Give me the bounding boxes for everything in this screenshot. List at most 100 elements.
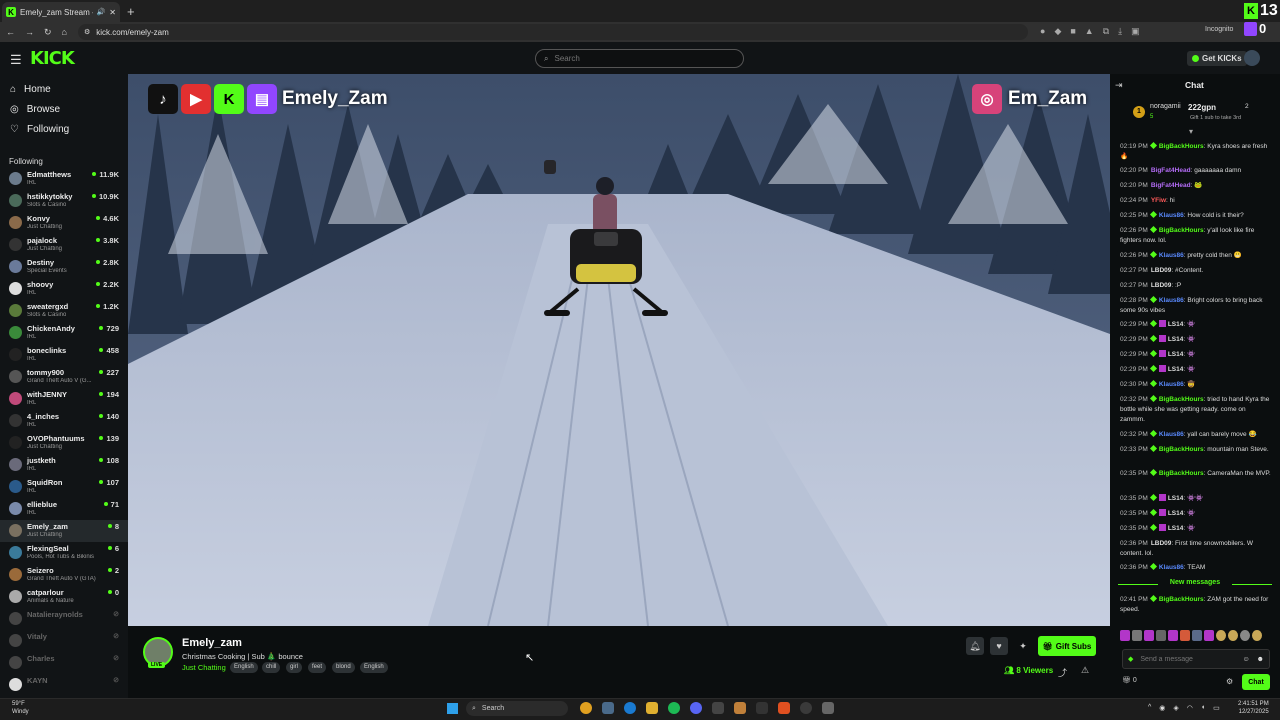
spotify-icon[interactable] (668, 702, 680, 714)
user-avatar[interactable] (1244, 50, 1260, 66)
chat-username[interactable]: YFiw (1151, 197, 1166, 204)
sidebar-item-4_inches[interactable]: 4_inches IRL 140 (0, 410, 128, 432)
sidebar-item-vitaly[interactable]: Vitaly ⊘ (0, 630, 128, 652)
chat-input-box[interactable]: ◆ ☺ ☻ (1122, 649, 1270, 669)
sidebar-item-edmatthews[interactable]: Edmatthews IRL 11.9K (0, 168, 128, 190)
brave-icon[interactable] (778, 702, 790, 714)
chat-input[interactable] (1140, 655, 1236, 663)
tab-close-icon[interactable]: ✕ (109, 8, 116, 17)
emote-icon[interactable] (1120, 630, 1130, 641)
incognito-indicator[interactable]: Incognito (1205, 26, 1233, 33)
sidebar-item-squidron[interactable]: SquidRon IRL 107 (0, 476, 128, 498)
file-explorer-icon[interactable] (646, 702, 658, 714)
sidebar-item-flexingseal[interactable]: FlexingSeal Pools, Hot Tubs & Bikinis 6 (0, 542, 128, 564)
chat-username[interactable]: Klaus86 (1159, 381, 1184, 388)
sidebar-item-natalieraynolds[interactable]: Natalieraynolds ⊘ (0, 608, 128, 630)
hamburger-menu-icon[interactable]: ☰ (10, 52, 22, 68)
volume-icon[interactable]: ◖ (1201, 704, 1205, 712)
nav-browse[interactable]: ◎ Browse (10, 104, 60, 115)
app-icon[interactable] (734, 702, 746, 714)
pin-icon[interactable]: ✦ (1014, 637, 1032, 655)
extension-icon[interactable]: ◆ (1054, 26, 1061, 37)
sidepanel-icon[interactable]: ▣ (1131, 26, 1140, 37)
emote-icon[interactable] (1228, 630, 1238, 641)
nav-following[interactable]: ♡ Following (10, 124, 69, 135)
chat-username[interactable]: Klaus86 (1159, 564, 1184, 571)
chat-username[interactable]: LS14 (1168, 336, 1184, 343)
site-info-icon[interactable]: ⚙ (84, 28, 90, 36)
wifi-icon[interactable]: ◠ (1187, 704, 1193, 712)
sidebar-item-tommy900[interactable]: tommy900 Grand Theft Auto V (G... 227 (0, 366, 128, 388)
sidebar-item-boneclinks[interactable]: boneclinks IRL 458 (0, 344, 128, 366)
chevron-down-icon[interactable]: ▾ (1189, 127, 1193, 136)
sidebar-item-chickenandy[interactable]: ChickenAndy IRL 729 (0, 322, 128, 344)
chat-username[interactable]: Klaus86 (1159, 297, 1184, 304)
twitch-extension-badge[interactable]: 0 (1244, 21, 1266, 36)
forward-icon[interactable]: → (25, 27, 34, 37)
discord-icon[interactable] (690, 702, 702, 714)
stream-tag[interactable]: English (360, 662, 388, 673)
sidebar-item-ovophantuums[interactable]: OVOPhantuums Just Chatting 139 (0, 432, 128, 454)
search-input[interactable] (554, 54, 735, 63)
battery-icon[interactable]: ▭ (1213, 704, 1220, 712)
taskbar-clock[interactable]: 2:41:51 PM 12/27/2025 (1238, 700, 1269, 716)
sidebar-item-ellieblue[interactable]: ellieblue IRL 71 (0, 498, 128, 520)
new-tab-button[interactable]: + (127, 4, 135, 19)
chat-username[interactable]: Klaus86 (1159, 431, 1184, 438)
sidebar-item-shoovy[interactable]: shoovy IRL 2.2K (0, 278, 128, 300)
nav-home[interactable]: ⌂ Home (10, 84, 51, 95)
chat-username[interactable]: BigBackHours (1159, 227, 1204, 234)
windows-start-icon[interactable] (447, 703, 458, 714)
chat-username[interactable]: LBD09 (1151, 282, 1172, 289)
get-kicks-button[interactable]: Get KICKs (1187, 51, 1247, 66)
chat-username[interactable]: LBD09 (1151, 267, 1172, 274)
emote-picker-icon[interactable]: ☺ (1242, 656, 1249, 663)
chat-username[interactable]: LBD09 (1151, 540, 1172, 547)
emote-icon[interactable] (1252, 630, 1262, 641)
emote-icon[interactable] (1132, 630, 1142, 641)
chat-username[interactable]: LS14 (1168, 510, 1184, 517)
badge-icon[interactable]: ◆ (1128, 655, 1133, 663)
follow-heart-button[interactable]: ♥ (990, 637, 1008, 655)
sidebar-item-konvy[interactable]: Konvy Just Chatting 4.6K (0, 212, 128, 234)
streamer-name[interactable]: Emely_zam (182, 637, 242, 649)
sidebar-item-hstikkytokky[interactable]: hstikkytokky Slots & Casino 10.9K (0, 190, 128, 212)
search-box[interactable]: ⌕ (535, 49, 744, 68)
taskbar-search[interactable]: ⌕ Search (466, 701, 568, 716)
emote-icon[interactable] (1168, 630, 1178, 641)
video-player[interactable] (128, 74, 1110, 626)
sidebar-item-pajalock[interactable]: pajalock Just Chatting 3.8K (0, 234, 128, 256)
stream-category[interactable]: Just Chatting (182, 663, 226, 672)
emote-icon[interactable] (1204, 630, 1214, 641)
task-view-icon[interactable] (602, 702, 614, 714)
chat-send-button[interactable]: Chat (1242, 674, 1270, 690)
app-tray-icon[interactable]: ◉ (1159, 704, 1165, 712)
chat-username[interactable]: BigBackHours (1159, 470, 1204, 477)
sidebar-item-emely_zam[interactable]: Emely_zam Just Chatting 8 (0, 520, 128, 542)
emote-icon[interactable] (1180, 630, 1190, 641)
emote-icon[interactable] (1144, 630, 1154, 641)
sidebar-item-seizero[interactable]: Seizero Grand Theft Auto V (GTA) 2 (0, 564, 128, 586)
app-icon[interactable] (712, 702, 724, 714)
chat-username[interactable]: LS14 (1168, 321, 1184, 328)
terminal-icon[interactable] (756, 702, 768, 714)
stream-tag[interactable]: girl (286, 662, 303, 673)
notification-bell-button[interactable]: 🔔︎ (966, 637, 984, 655)
kick-logo[interactable]: KICK (30, 48, 75, 69)
chat-username[interactable]: LS14 (1168, 366, 1184, 373)
kicks-balance[interactable]: 🎁︎ 0 (1122, 676, 1137, 684)
extension-icon[interactable]: ▲ (1085, 26, 1094, 37)
extension-icon[interactable]: ● (1040, 26, 1045, 37)
app-icon[interactable] (822, 702, 834, 714)
chat-username[interactable]: BigBackHours (1159, 446, 1204, 453)
stream-tag[interactable]: blond (332, 662, 355, 673)
chat-username[interactable]: LS14 (1168, 525, 1184, 532)
address-bar[interactable]: ⚙ kick.com/emely-zam (78, 24, 1028, 40)
reload-icon[interactable]: ↻ (44, 27, 52, 38)
new-messages-divider[interactable]: New messages (1110, 579, 1280, 586)
kick-extension-badge[interactable]: K 13 (1244, 2, 1278, 20)
home-icon[interactable]: ⌂ (62, 27, 67, 37)
chrome-icon[interactable] (580, 702, 592, 714)
stream-tag[interactable]: English (230, 662, 258, 673)
chevron-up-icon[interactable]: ^ (1148, 704, 1151, 712)
